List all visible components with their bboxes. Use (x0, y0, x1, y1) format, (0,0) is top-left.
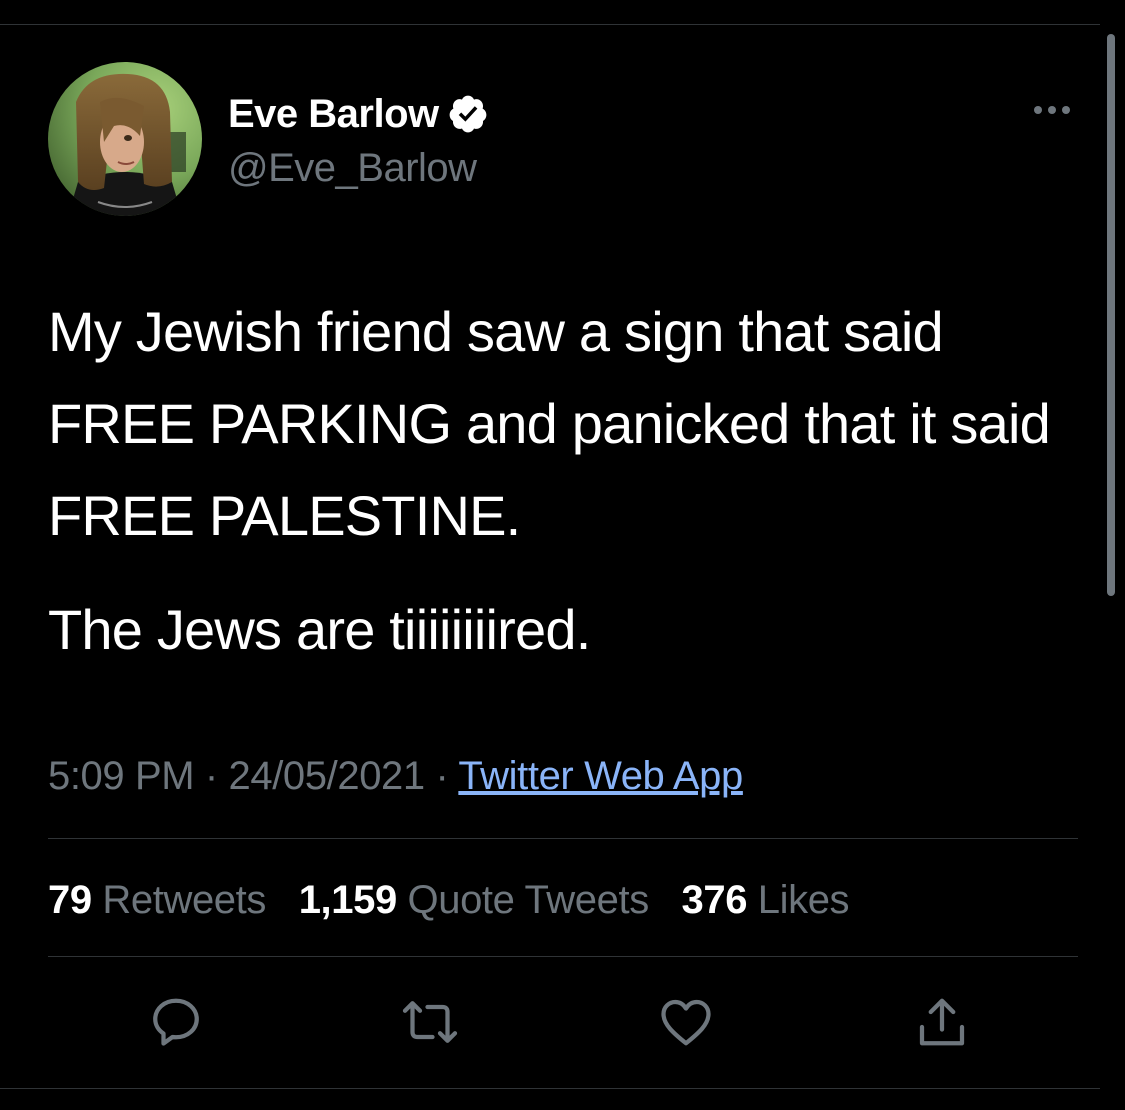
divider (48, 838, 1078, 839)
quote-tweets-count: 1,159 (298, 878, 398, 922)
avatar-image (48, 62, 202, 216)
meta-separator: · (424, 754, 459, 798)
meta-separator: · (194, 754, 229, 798)
top-divider (0, 24, 1100, 25)
reply-icon[interactable] (146, 992, 206, 1052)
retweets-count: 79 (48, 878, 92, 922)
tweet-text-second-paragraph: The Jews are tiiiiiiiired. (48, 598, 591, 661)
verified-badge-icon (447, 93, 489, 135)
author-name[interactable]: Eve Barlow (228, 92, 439, 136)
share-icon[interactable] (912, 992, 972, 1052)
author-handle[interactable]: @Eve_Barlow (228, 144, 477, 192)
likes-count: 376 (681, 878, 748, 922)
tweet-text: My Jewish friend saw a sign that said FR… (48, 300, 1051, 547)
retweet-icon[interactable] (400, 992, 460, 1052)
likes-stat[interactable]: 376 Likes (682, 878, 850, 922)
like-icon[interactable] (656, 992, 716, 1052)
quote-tweets-stat[interactable]: 1,159 Quote Tweets (298, 878, 650, 922)
avatar[interactable] (48, 62, 202, 216)
retweets-stat[interactable]: 79 Retweets (48, 878, 266, 922)
divider (48, 956, 1078, 957)
tweet-meta: 5:09 PM · 24/05/2021 · Twitter Web App (48, 750, 743, 802)
tweet-source-link[interactable]: Twitter Web App (458, 754, 743, 798)
bottom-divider (0, 1088, 1100, 1089)
tweet-stats: 79 Retweets 1,159 Quote Tweets 376 Likes (48, 874, 871, 926)
more-options-icon[interactable] (1030, 95, 1074, 125)
likes-label: Likes (757, 878, 850, 922)
tweet-date[interactable]: 24/05/2021 (229, 754, 426, 798)
scrollbar-thumb[interactable] (1107, 34, 1115, 596)
quote-tweets-label: Quote Tweets (407, 878, 650, 922)
author-name-row[interactable]: Eve Barlow (228, 92, 489, 136)
retweets-label: Retweets (102, 878, 266, 922)
tweet-time[interactable]: 5:09 PM (48, 754, 195, 798)
